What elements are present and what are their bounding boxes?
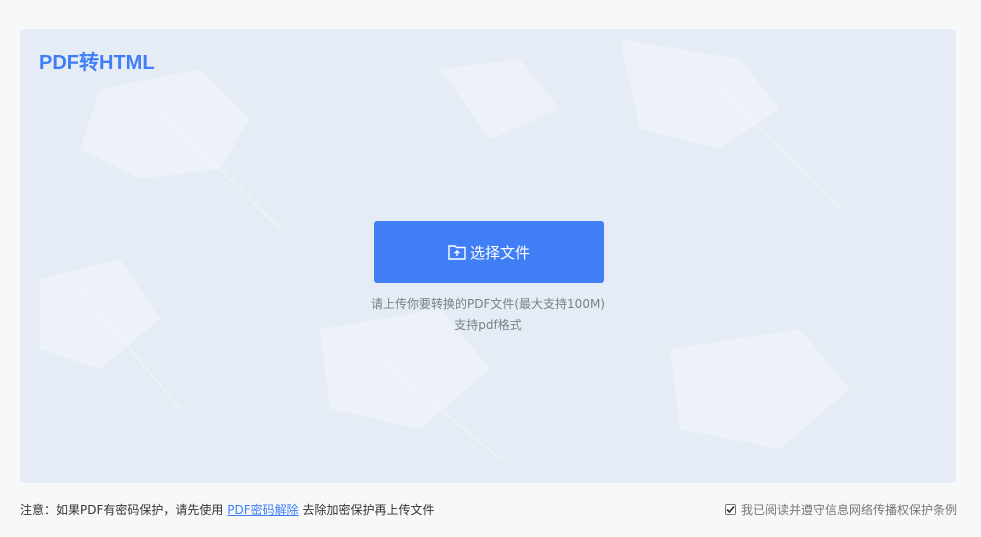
password-notice: 注意：如果PDF有密码保护，请先使用 PDF密码解除 去除加密保护再上传文件 bbox=[20, 501, 434, 518]
notice-suffix: 去除加密保护再上传文件 bbox=[302, 503, 435, 517]
agreement-label[interactable]: 我已阅读并遵守信息网络传播权保护条例 bbox=[741, 501, 957, 518]
select-file-label: 选择文件 bbox=[469, 244, 530, 262]
folder-upload-icon bbox=[448, 244, 466, 260]
notice-prefix: 注意：如果PDF有密码保护，请先使用 bbox=[20, 503, 224, 517]
upload-panel: PDF转HTML 选择文件 请上传你要转换的PDF文件(最大支持100M) 支持… bbox=[20, 29, 956, 483]
agreement-checkbox[interactable] bbox=[724, 504, 736, 515]
agreement: 我已阅读并遵守信息网络传播权保护条例 bbox=[724, 501, 957, 518]
select-file-button[interactable]: 选择文件 bbox=[374, 221, 604, 283]
pdf-password-remove-link[interactable]: PDF密码解除 bbox=[227, 503, 298, 517]
page-title: PDF转HTML bbox=[39, 52, 155, 74]
check-icon bbox=[726, 505, 735, 514]
format-hint: 支持pdf格式 bbox=[454, 318, 522, 332]
upload-hint: 请上传你要转换的PDF文件(最大支持100M) bbox=[370, 297, 605, 311]
